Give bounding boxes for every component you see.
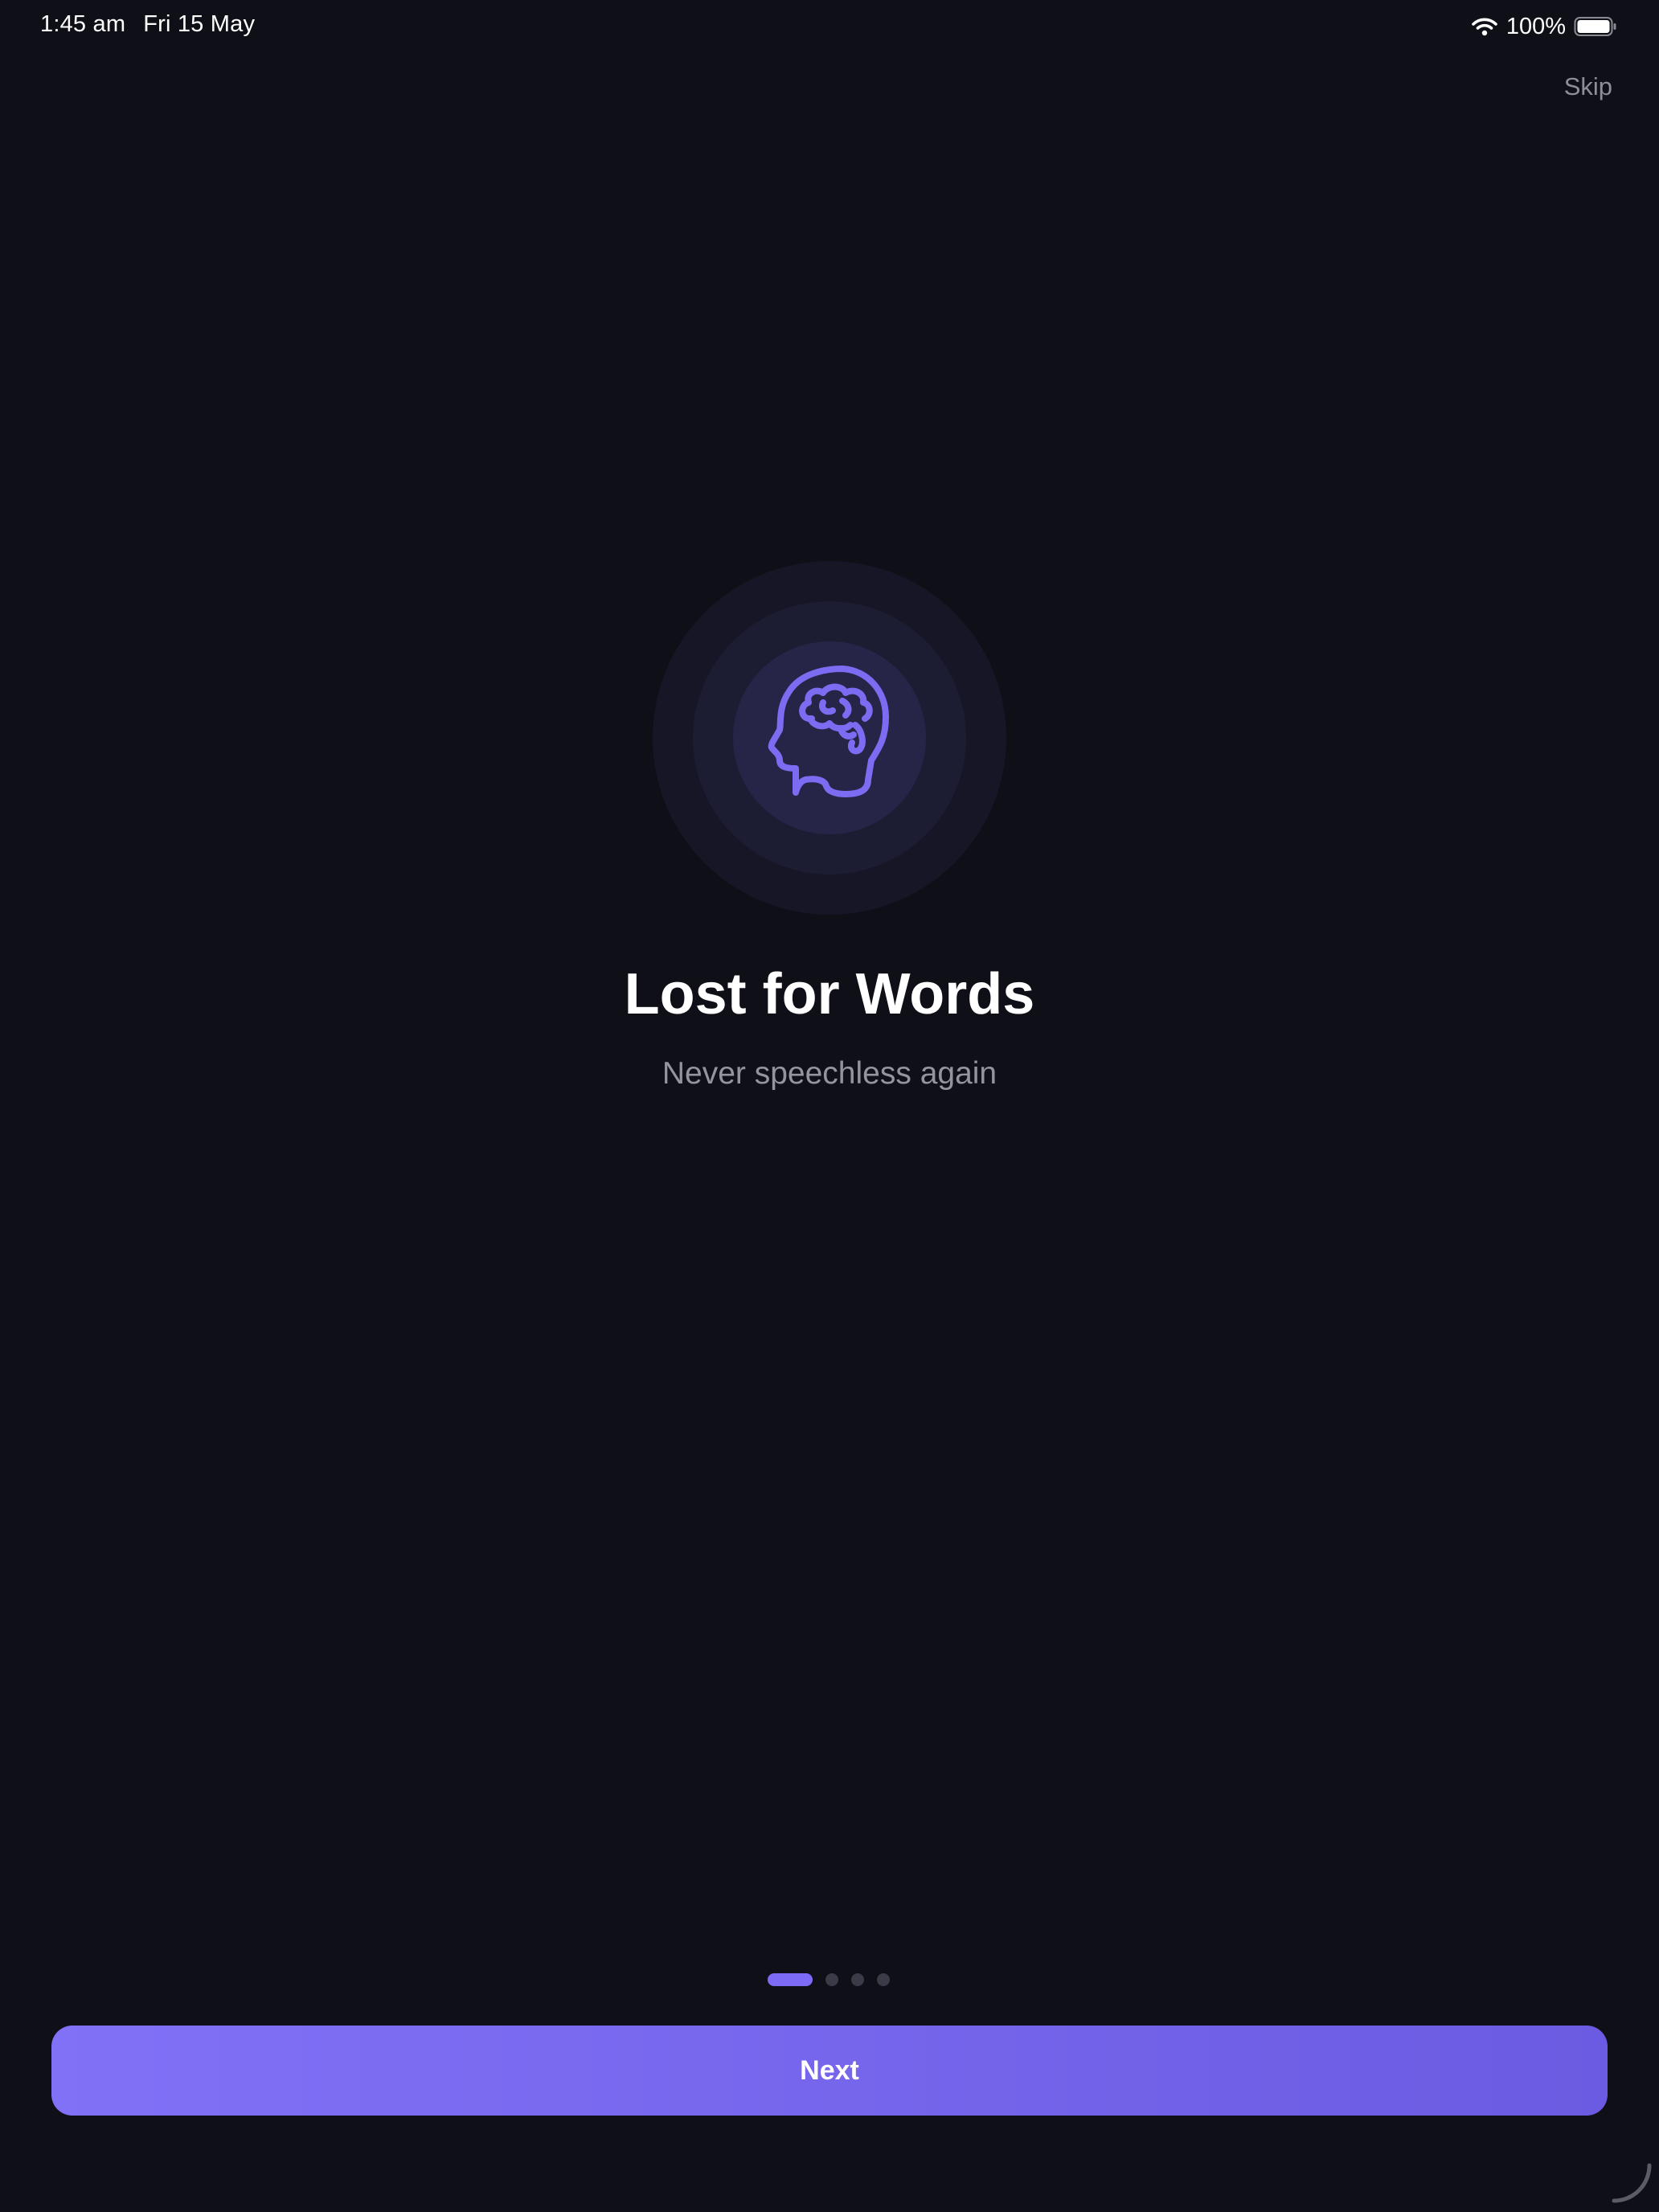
status-indicators: 100% — [1471, 13, 1617, 40]
page-dot-1 — [768, 1973, 813, 1986]
battery-icon — [1574, 17, 1616, 36]
brain-head-icon — [768, 666, 889, 797]
status-clock: 1:45 am — [40, 11, 126, 37]
page-indicator — [768, 1973, 890, 1986]
onboarding-subtitle: Never speechless again — [662, 1056, 997, 1091]
hero-illustration — [653, 561, 1006, 915]
onboarding-title: Lost for Words — [624, 962, 1035, 1026]
home-indicator-arc — [1612, 2163, 1652, 2203]
skip-button[interactable]: Skip — [1564, 72, 1612, 101]
next-button[interactable]: Next — [51, 2026, 1608, 2116]
status-bar: 1:45 am Fri 15 May 100% — [0, 0, 1659, 51]
wifi-icon — [1472, 18, 1497, 36]
page-dot-3 — [851, 1973, 864, 1986]
status-time: 1:45 am Fri 15 May — [40, 11, 255, 38]
page-dot-4 — [877, 1973, 890, 1986]
page-dot-2 — [825, 1973, 838, 1986]
status-date: Fri 15 May — [143, 11, 256, 37]
battery-percent: 100% — [1505, 13, 1566, 39]
